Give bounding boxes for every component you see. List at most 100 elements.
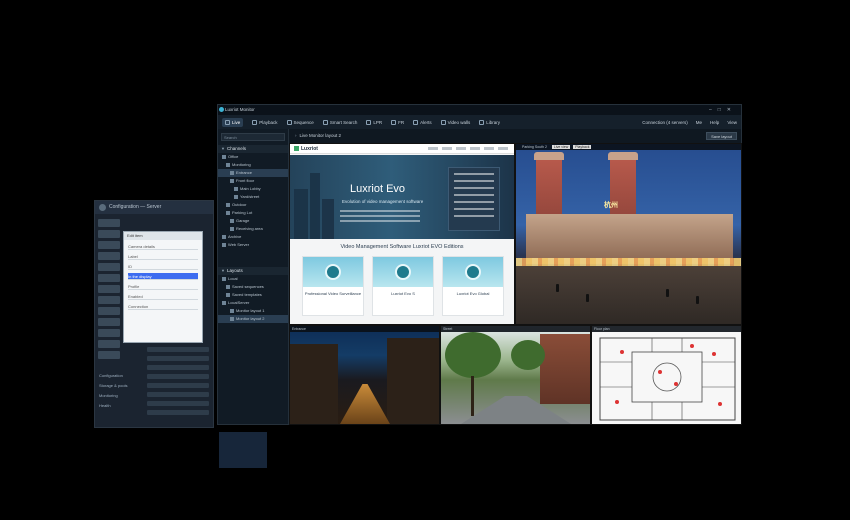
layouts-section-header[interactable]: ▼ Layouts <box>218 267 288 275</box>
config-tree-item[interactable] <box>98 351 120 359</box>
channel-item[interactable]: Entrance <box>218 169 288 177</box>
config-list-item[interactable] <box>147 383 209 388</box>
save-layout-button[interactable]: Save layout <box>706 132 737 140</box>
channel-item[interactable]: Office <box>218 153 288 161</box>
channel-item[interactable]: Garage <box>218 217 288 225</box>
layout-item[interactable]: Local <box>218 275 288 283</box>
tab-live[interactable]: Live <box>222 117 244 127</box>
view-menu[interactable]: View <box>727 120 737 125</box>
config-link[interactable]: Health <box>99 403 139 408</box>
section-label: Channels <box>227 146 247 151</box>
web-nav-link[interactable] <box>442 147 452 150</box>
tab-label: FR <box>398 119 405 125</box>
dialog-row[interactable]: Label <box>128 253 198 260</box>
config-link[interactable]: Configuration <box>99 373 139 378</box>
station-camera-tile[interactable]: 杭州 Parking South 2 Live view Playback <box>515 143 742 325</box>
channel-item[interactable]: Archive <box>218 233 288 241</box>
tab-smart-search[interactable]: Smart Search <box>322 119 358 125</box>
channel-label: Garage <box>236 218 250 223</box>
person <box>666 289 669 297</box>
folder-icon <box>226 162 230 167</box>
tab-video-walls[interactable]: Video walls <box>440 119 470 125</box>
channels-section-header[interactable]: ▼ Channels <box>218 145 288 153</box>
config-tree-item[interactable] <box>98 307 120 315</box>
channel-item[interactable]: Outdoor <box>218 201 288 209</box>
config-tree-item[interactable] <box>98 296 120 304</box>
channel-label: Main Lobby <box>240 186 261 191</box>
dialog-row[interactable]: Profile <box>128 283 198 290</box>
layout-item[interactable]: Saved templates <box>218 291 288 299</box>
dialog-row[interactable]: Connection <box>128 303 198 310</box>
live-view-button[interactable]: Live view <box>551 145 571 149</box>
config-list-item[interactable] <box>147 392 209 397</box>
config-tree-item[interactable] <box>98 219 120 227</box>
floor-plan-map[interactable] <box>592 332 742 425</box>
hero-subtitle: Evolution of video management software <box>342 199 424 204</box>
web-nav-link[interactable] <box>470 147 480 150</box>
layout-item[interactable]: Saved sequences <box>218 283 288 291</box>
channel-item[interactable]: Parking Lot <box>218 209 288 217</box>
config-tree-item[interactable] <box>98 340 120 348</box>
config-link[interactable]: Storage & pools <box>99 383 139 388</box>
config-list-item[interactable] <box>147 374 209 379</box>
lit-road <box>340 384 390 424</box>
user-menu[interactable]: Me <box>696 120 702 125</box>
tab-fr[interactable]: FR <box>391 119 405 125</box>
config-tree-item[interactable] <box>98 241 120 249</box>
window-controls[interactable]: –□✕ <box>709 105 737 115</box>
dialog-selected-row[interactable]: In the display <box>128 273 198 280</box>
tab-library[interactable]: Library <box>479 119 500 125</box>
product-image <box>443 257 503 287</box>
floor-plan-tile[interactable]: Floor plan <box>591 325 742 425</box>
web-page-tile[interactable]: Luxriot Luxriot Evo Evolution of video m… <box>289 143 515 325</box>
channel-item[interactable]: Front floor <box>218 177 288 185</box>
folder-icon <box>226 292 230 297</box>
tab-lpr[interactable]: LPR <box>366 119 382 125</box>
building-right <box>387 338 439 424</box>
city-camera-tile[interactable]: Entrance <box>289 325 440 425</box>
config-tree-item[interactable] <box>98 329 120 337</box>
layout-item[interactable]: Monitor layout 1 <box>218 307 288 315</box>
config-tree-item[interactable] <box>98 252 120 260</box>
help-menu[interactable]: Help <box>710 120 719 125</box>
config-tree-item[interactable] <box>98 230 120 238</box>
tab-sequence[interactable]: Sequence <box>286 119 314 125</box>
channel-item[interactable]: Receiving area <box>218 225 288 233</box>
dialog-row[interactable]: Enabled <box>128 293 198 300</box>
config-tree-item[interactable] <box>98 274 120 282</box>
config-list-item[interactable] <box>147 365 209 370</box>
camera-header: Parking South 2 Live view Playback <box>516 144 741 150</box>
web-nav-link[interactable] <box>498 147 508 150</box>
product-card[interactable]: Luxriot Evo S <box>372 256 434 316</box>
layout-item[interactable]: Monitor layout 2 <box>218 315 288 323</box>
channel-item[interactable]: Web Server <box>218 241 288 249</box>
channel-item[interactable]: Yard/street <box>218 193 288 201</box>
dialog-row[interactable]: Camera details <box>128 243 198 250</box>
web-brand: Luxriot <box>294 146 318 152</box>
connection-status[interactable]: Connection (4 servers) <box>642 120 688 125</box>
tab-label: Smart Search <box>329 119 358 125</box>
config-list-item[interactable] <box>147 356 209 361</box>
web-nav-link[interactable] <box>456 147 466 150</box>
chevron-right-icon[interactable]: › <box>295 133 297 138</box>
product-card[interactable]: Luxriot Evo Global <box>442 256 504 316</box>
tab-alerts[interactable]: Alerts <box>413 119 432 125</box>
layout-item[interactable]: LocalServer <box>218 299 288 307</box>
config-tree-item[interactable] <box>98 263 120 271</box>
tab-playback[interactable]: Playback <box>252 119 278 125</box>
search-input[interactable]: Search <box>221 133 285 141</box>
channel-item[interactable]: Monitoring <box>218 161 288 169</box>
street-camera-tile[interactable]: Street <box>440 325 591 425</box>
config-tree-item[interactable] <box>98 318 120 326</box>
config-tree-item[interactable] <box>98 285 120 293</box>
config-list-item[interactable] <box>147 401 209 406</box>
web-nav-link[interactable] <box>428 147 438 150</box>
config-link[interactable]: Monitoring <box>99 393 139 398</box>
product-card[interactable]: Professional Video Surveillance <box>302 256 364 316</box>
config-list-item[interactable] <box>147 347 209 352</box>
channel-item[interactable]: Main Lobby <box>218 185 288 193</box>
config-list-item[interactable] <box>147 410 209 415</box>
dialog-row[interactable]: ID <box>128 263 198 270</box>
web-nav-link[interactable] <box>484 147 494 150</box>
playback-button[interactable]: Playback <box>573 145 592 149</box>
